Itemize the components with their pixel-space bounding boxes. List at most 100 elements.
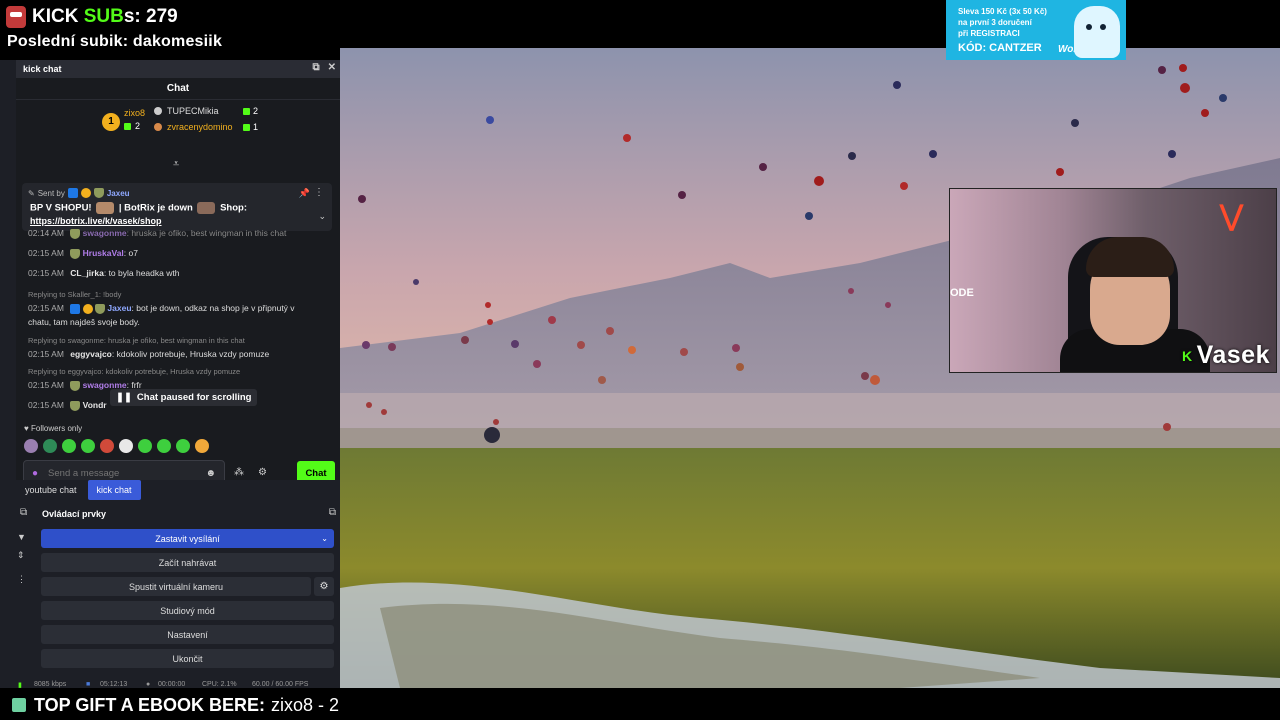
mod-badge-icon (95, 303, 106, 314)
chat-message[interactable]: 02:15 AM HruskaVal: o7 (28, 247, 138, 260)
dropdown-icon[interactable]: ▼ (17, 532, 26, 542)
emote-icon[interactable] (81, 439, 95, 453)
gift-leaderboard: 1 zixo8 2 TUPECMikia 2 zvracenydomino 1 (16, 102, 340, 150)
spinner-icon[interactable]: ⇕ (17, 550, 25, 561)
close-icon[interactable]: ✕ (328, 62, 336, 73)
emote-icon (96, 202, 115, 214)
ad-line-2: na první 3 doručení (958, 18, 1032, 27)
rank-3-icon (154, 123, 162, 131)
chat-message[interactable]: 02:14 AM swagonme: hruska je ofiko, best… (28, 227, 286, 240)
msg-user[interactable]: HruskaVal (83, 248, 124, 258)
pinned-sender: ✎ Sent by Jaxeu (28, 188, 130, 198)
send-chat-button[interactable]: Chat (297, 461, 335, 480)
tab-kick-chat[interactable]: kick chat (87, 480, 141, 500)
pinned-shop-link[interactable]: https://botrix.live/k/vasek/shop (30, 216, 162, 226)
gift-icon (243, 108, 250, 115)
leader-3-user: zvracenydomino (167, 122, 233, 132)
stop-stream-label: Zastavit vysílání (155, 533, 220, 544)
msg-user[interactable]: Jaxeu (107, 303, 131, 313)
emote-icon[interactable] (119, 439, 133, 453)
chat-message[interactable]: 02:15 AM Vondr (28, 399, 107, 412)
virtual-camera-settings-icon[interactable]: ⚙ (314, 577, 334, 596)
chat-message[interactable]: 02:15 AM eggyvajco: kdokoliv potrebuje, … (28, 348, 269, 361)
ticker-label: TOP GIFT A EBOOK BERE: (34, 694, 266, 715)
pinned-sender-user[interactable]: Jaxeu (107, 189, 130, 198)
obs-status-bar: ▮ 8085 kbps ■ 05:12:13 ● 00:00:00 CPU: 2… (0, 680, 340, 690)
rank-2-icon (154, 107, 162, 115)
undock-icon[interactable]: ⧉ (329, 507, 336, 518)
ad-code: KÓD: CANTZER (958, 42, 1042, 54)
sent-by-label: Sent by (37, 188, 65, 198)
msg-text: : kdokoliv potrebuje, Hruska vzdy pomuze (111, 349, 270, 359)
emote-icon[interactable] (157, 439, 171, 453)
last-sub-label: Poslední subik: dakomesiik (7, 33, 223, 50)
gift-icon (124, 123, 131, 130)
msg-time: 02:15 AM (28, 303, 64, 313)
streamer-hair (1086, 237, 1174, 277)
mod-badge-icon (70, 400, 81, 411)
msg-time: 02:15 AM (28, 380, 64, 390)
chevron-down-icon[interactable]: ⌄ (318, 211, 326, 222)
pinned-text: BP V SHOPU! | BotRix je down Shop: (30, 202, 247, 214)
followers-only-label: ♥ Followers only (24, 424, 82, 433)
chat-paused-button[interactable]: ❚❚ Chat paused for scrolling (110, 389, 258, 406)
emoji-icon[interactable]: ☻ (205, 468, 216, 479)
msg-time: 02:15 AM (28, 349, 64, 359)
msg-user[interactable]: swagonme (83, 228, 127, 238)
settings-button[interactable]: Nastavení (41, 625, 334, 644)
mic-icon[interactable]: ● (32, 468, 38, 479)
studio-mode-button[interactable]: Studiový mód (41, 601, 334, 620)
scroll-down-icon[interactable]: ⩡ (173, 158, 179, 171)
kick-subs-counter: KICK SUBs: 279 (6, 6, 178, 28)
heart-icon: ♥ (24, 424, 29, 433)
msg-user[interactable]: Vondr (83, 400, 107, 410)
reply-context: Replying to swagonme: hruska je ofiko, b… (28, 336, 245, 345)
msg-user[interactable]: eggyvajco (70, 349, 112, 359)
emote-icon[interactable] (138, 439, 152, 453)
emote-icon[interactable] (100, 439, 114, 453)
emote-icon[interactable] (176, 439, 190, 453)
more-options-icon[interactable]: ⋮ (314, 187, 324, 198)
leader-2-user: TUPECMikia (167, 106, 219, 116)
tab-youtube-chat[interactable]: youtube chat (16, 480, 86, 500)
obs-left-panel: kick chat ⧉ ✕ Chat 1 zixo8 2 TUPECMikia 2… (0, 60, 340, 688)
send-message-box: ● ☻ (23, 460, 225, 480)
undock-icon[interactable]: ⧉ (312, 62, 319, 73)
emote-icon[interactable] (62, 439, 76, 453)
settings-gear-icon[interactable]: ⚙ (258, 467, 267, 478)
reply-context: Replying to Skaller_1: !body (28, 290, 122, 299)
emote-icon[interactable] (24, 439, 38, 453)
send-message-input[interactable] (48, 467, 189, 479)
signal-icon: ▮ (18, 682, 22, 689)
dock-icon[interactable]: ⧉ (20, 507, 27, 518)
status-fps: 60.00 / 60.00 FPS (252, 681, 309, 688)
exit-button[interactable]: Ukončit (41, 649, 334, 668)
users-icon[interactable]: ⁂ (234, 467, 244, 478)
emote-icon[interactable] (43, 439, 57, 453)
emote-icon[interactable] (195, 439, 209, 453)
more-options-icon[interactable]: ⋮ (17, 574, 26, 585)
dock-tabs: youtube chat kick chat (16, 480, 141, 500)
msg-text: : bot je down, odkaz na shop je v připnu… (131, 303, 295, 313)
kick-subs-accent: SUB (83, 6, 124, 27)
chat-paused-label: Chat paused for scrolling (136, 392, 252, 403)
pinned-text-c: Shop: (220, 202, 247, 214)
status-rec-time: 00:00:00 (158, 681, 186, 688)
gift-icon (12, 698, 26, 712)
virtual-camera-button[interactable]: Spustit virtuální kameru (41, 577, 311, 596)
mod-badge-icon (70, 228, 81, 239)
chat-message[interactable]: 02:15 AM CL_jirka: to byla headka wth (28, 267, 179, 280)
chat-message[interactable]: 02:15 AM Jaxeu: bot je down, odkaz na sh… (28, 302, 295, 315)
stop-stream-button[interactable]: Zastavit vysílání ⌄ (41, 529, 334, 548)
ad-line-1: Sleva 150 Kč (3x 50 Kč) (958, 7, 1047, 16)
pin-icon[interactable]: 📌 (299, 188, 310, 199)
start-record-button[interactable]: Začít nahrávat (41, 553, 334, 572)
kick-subs-prefix: KICK (32, 6, 84, 27)
rank-1-icon: 1 (102, 113, 120, 131)
kick-chat-dock-title: kick chat ⧉ ✕ (16, 60, 340, 78)
sub-badge-icon (80, 188, 91, 198)
pinned-message[interactable]: ✎ Sent by Jaxeu BP V SHOPU! | BotRix je … (22, 183, 332, 231)
chevron-down-icon[interactable]: ⌄ (321, 534, 328, 543)
msg-user[interactable]: CL_jirka (70, 268, 104, 278)
msg-time: 02:15 AM (28, 248, 64, 258)
